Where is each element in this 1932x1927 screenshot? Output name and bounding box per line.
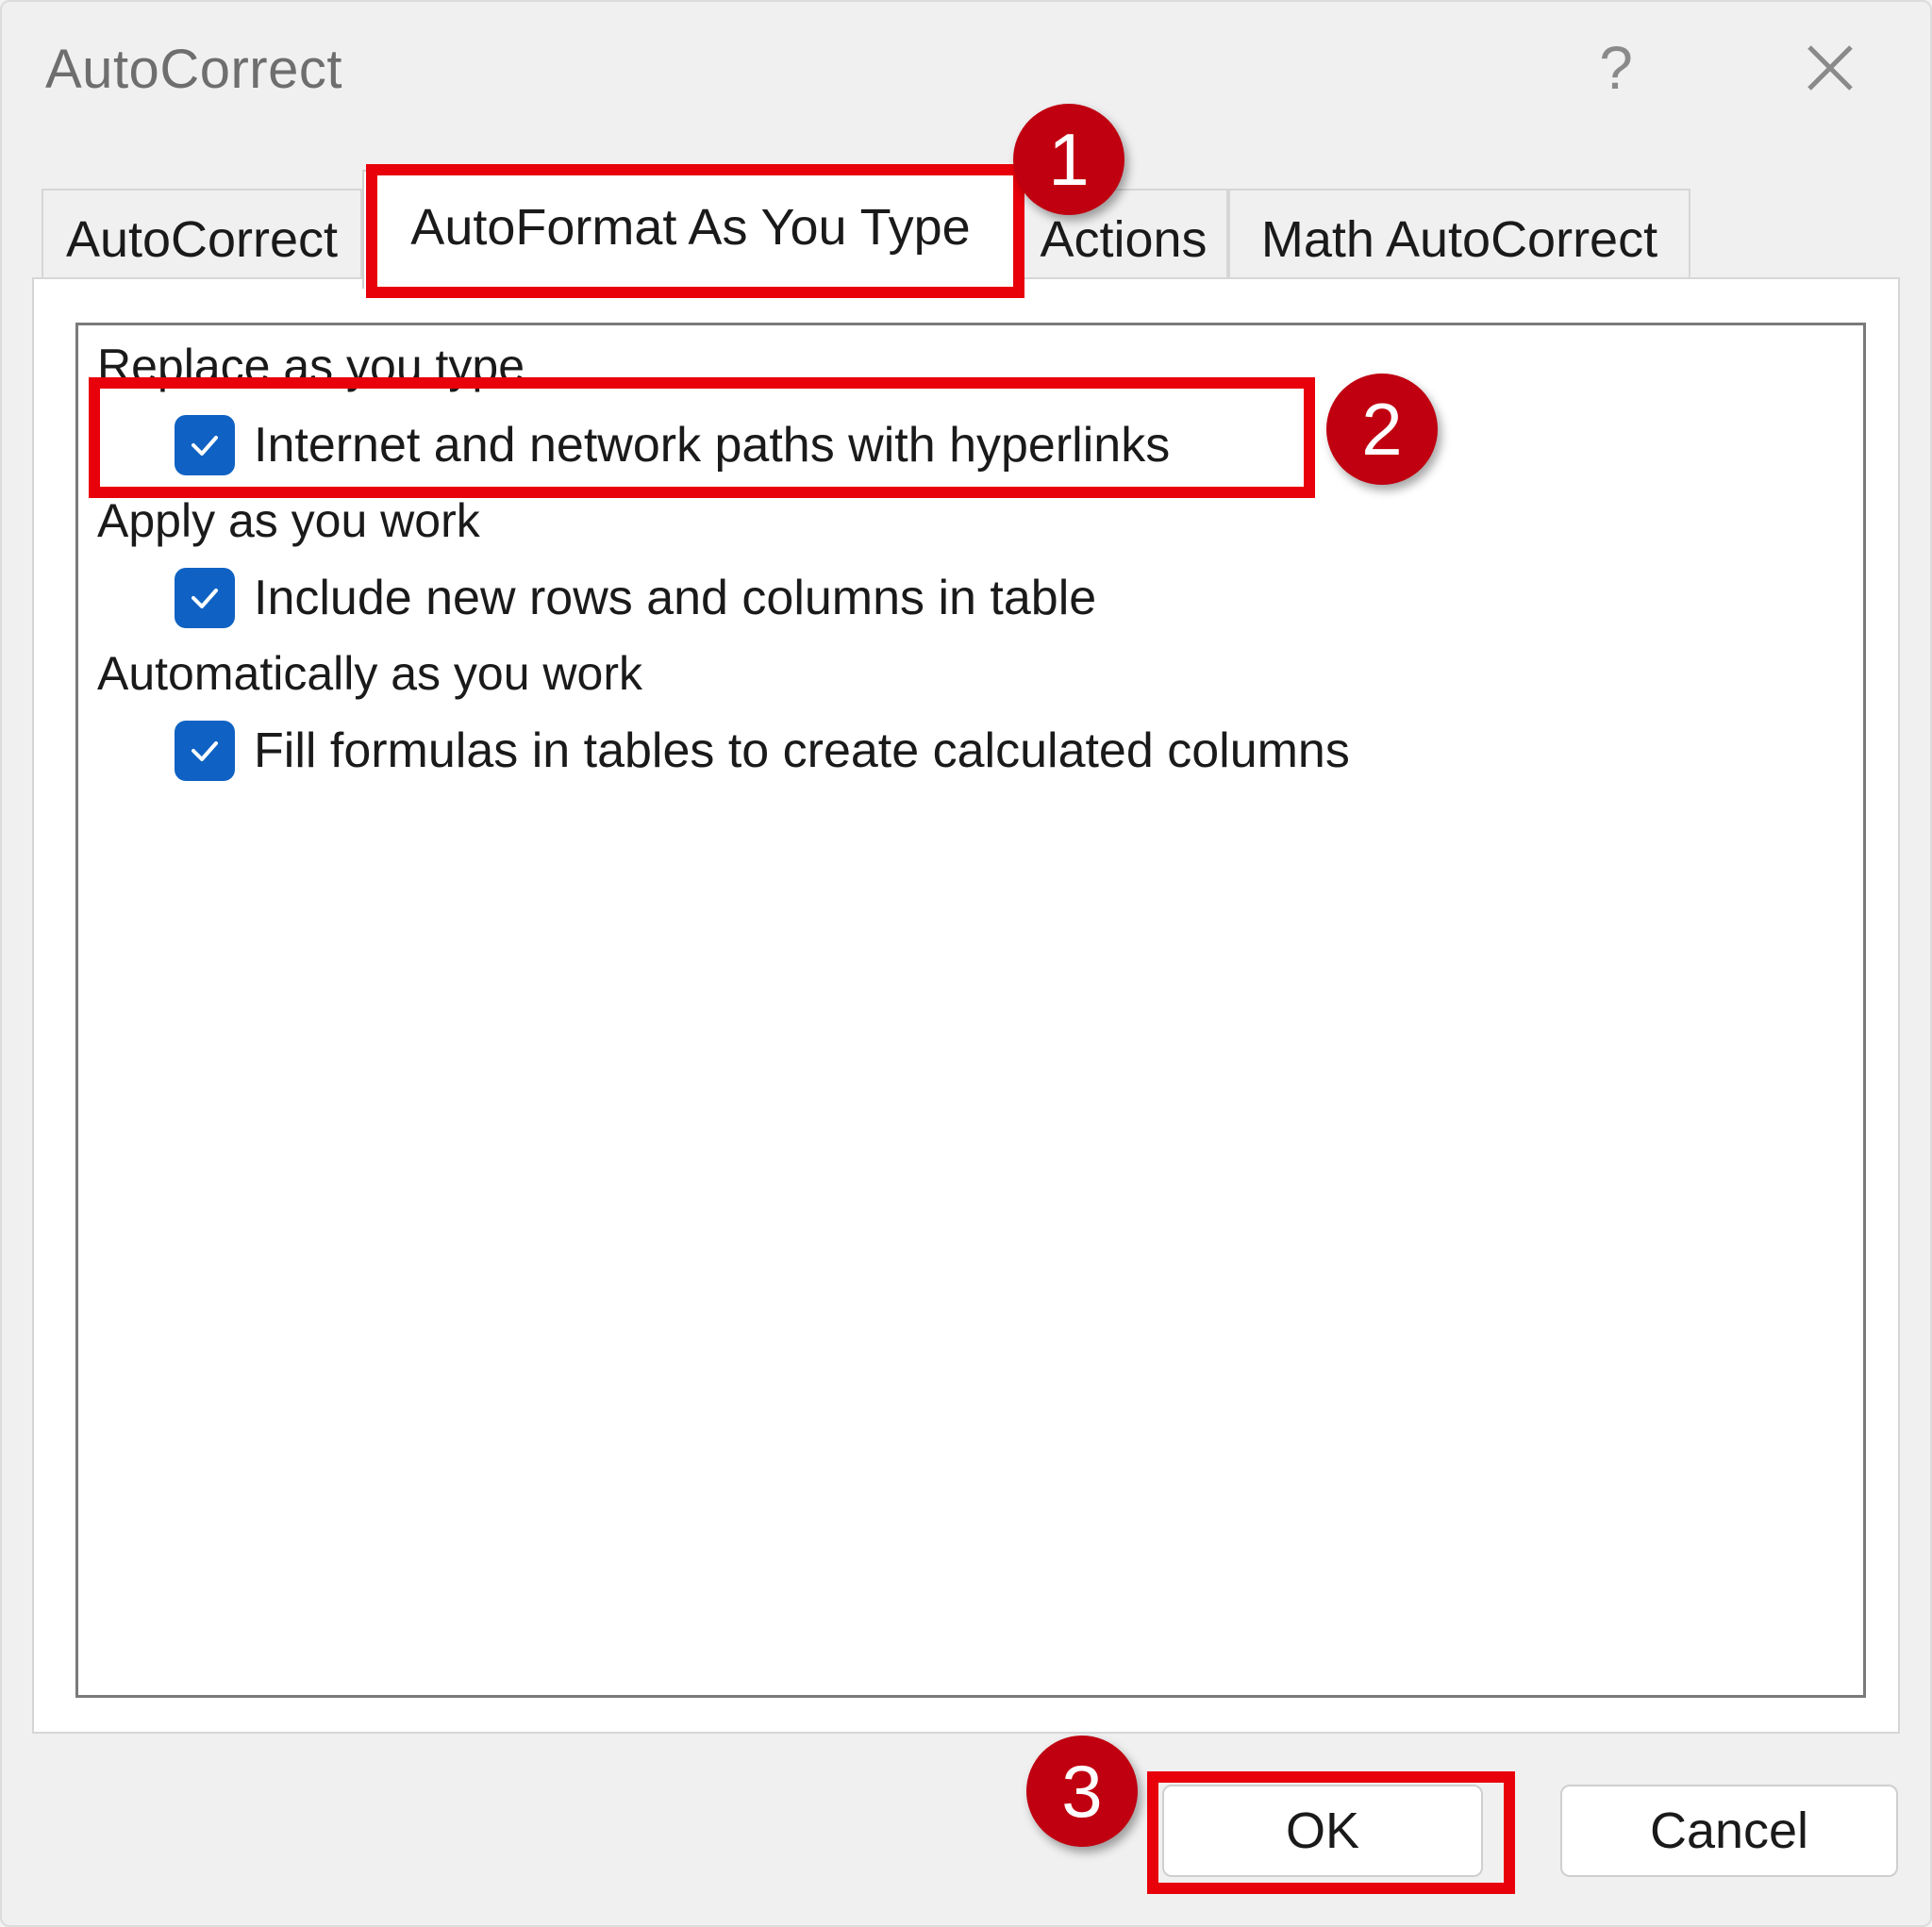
option-label: Internet and network paths with hyperlin… [254, 418, 1171, 473]
tab-math-autocorrect[interactable]: Math AutoCorrect [1228, 189, 1690, 287]
dialog-title: AutoCorrect [45, 39, 342, 100]
close-icon [1807, 45, 1853, 91]
tab-autocorrect[interactable]: AutoCorrect [42, 189, 362, 287]
title-bar: AutoCorrect ? [2, 2, 1930, 143]
step-badge-1: 1 [1013, 104, 1124, 215]
section-heading-replace: Replace as you type [97, 340, 525, 392]
include-rows-columns-checkbox[interactable] [175, 568, 235, 628]
step-badge-3: 3 [1026, 1736, 1138, 1847]
help-button[interactable]: ? [1583, 30, 1649, 106]
checkmark-icon [192, 741, 218, 761]
option-label: Include new rows and columns in table [254, 571, 1097, 625]
option-label: Fill formulas in tables to create calcul… [254, 723, 1350, 778]
ok-button[interactable]: OK [1162, 1785, 1483, 1877]
step-badge-2: 2 [1326, 374, 1438, 485]
section-heading-apply: Apply as you work [97, 494, 480, 547]
tab-autoformat-as-you-type[interactable]: AutoFormat As You Type [362, 170, 1019, 289]
cancel-button[interactable]: Cancel [1560, 1785, 1898, 1877]
checkmark-icon [192, 589, 218, 608]
option-fill-formulas[interactable]: Fill formulas in tables to create calcul… [175, 718, 1350, 784]
option-hyperlinks[interactable]: Internet and network paths with hyperlin… [175, 412, 1170, 478]
fill-formulas-checkbox[interactable] [175, 721, 235, 781]
autocorrect-dialog: AutoCorrect ? AutoCorrect AutoFormat As … [0, 0, 1932, 1927]
hyperlinks-checkbox[interactable] [175, 415, 235, 475]
checkmark-icon [192, 436, 218, 456]
option-include-rows-columns[interactable]: Include new rows and columns in table [175, 565, 1096, 631]
close-button[interactable] [1792, 30, 1868, 106]
options-panel: Replace as you type Internet and network… [75, 323, 1866, 1698]
section-heading-automatically: Automatically as you work [97, 647, 643, 700]
